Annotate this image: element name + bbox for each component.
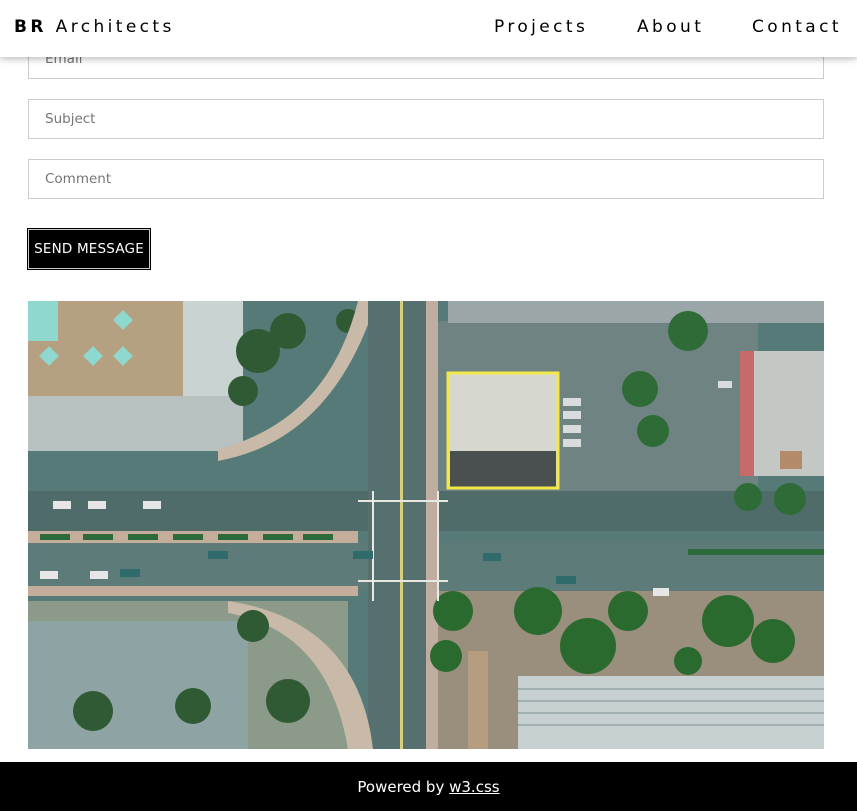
send-message-button[interactable]: SEND MESSAGE — [27, 228, 151, 270]
top-navigation-bar: BR Architects Projects About Contact — [0, 0, 857, 57]
aerial-city-image — [28, 301, 824, 749]
nav-link-projects[interactable]: Projects — [494, 17, 588, 37]
brand-logo-link[interactable]: BR Architects — [14, 17, 175, 37]
brand-name: Architects — [55, 17, 175, 37]
nav-link-about[interactable]: About — [637, 17, 704, 37]
comment-field[interactable] — [28, 159, 824, 199]
nav-link-contact[interactable]: Contact — [752, 17, 842, 37]
subject-field[interactable] — [28, 99, 824, 139]
brand-bold: BR — [14, 17, 47, 37]
footer: Powered by w3.css — [0, 762, 857, 811]
w3css-link[interactable]: w3.css — [449, 778, 499, 796]
footer-powered-by-text: Powered by — [357, 778, 445, 796]
